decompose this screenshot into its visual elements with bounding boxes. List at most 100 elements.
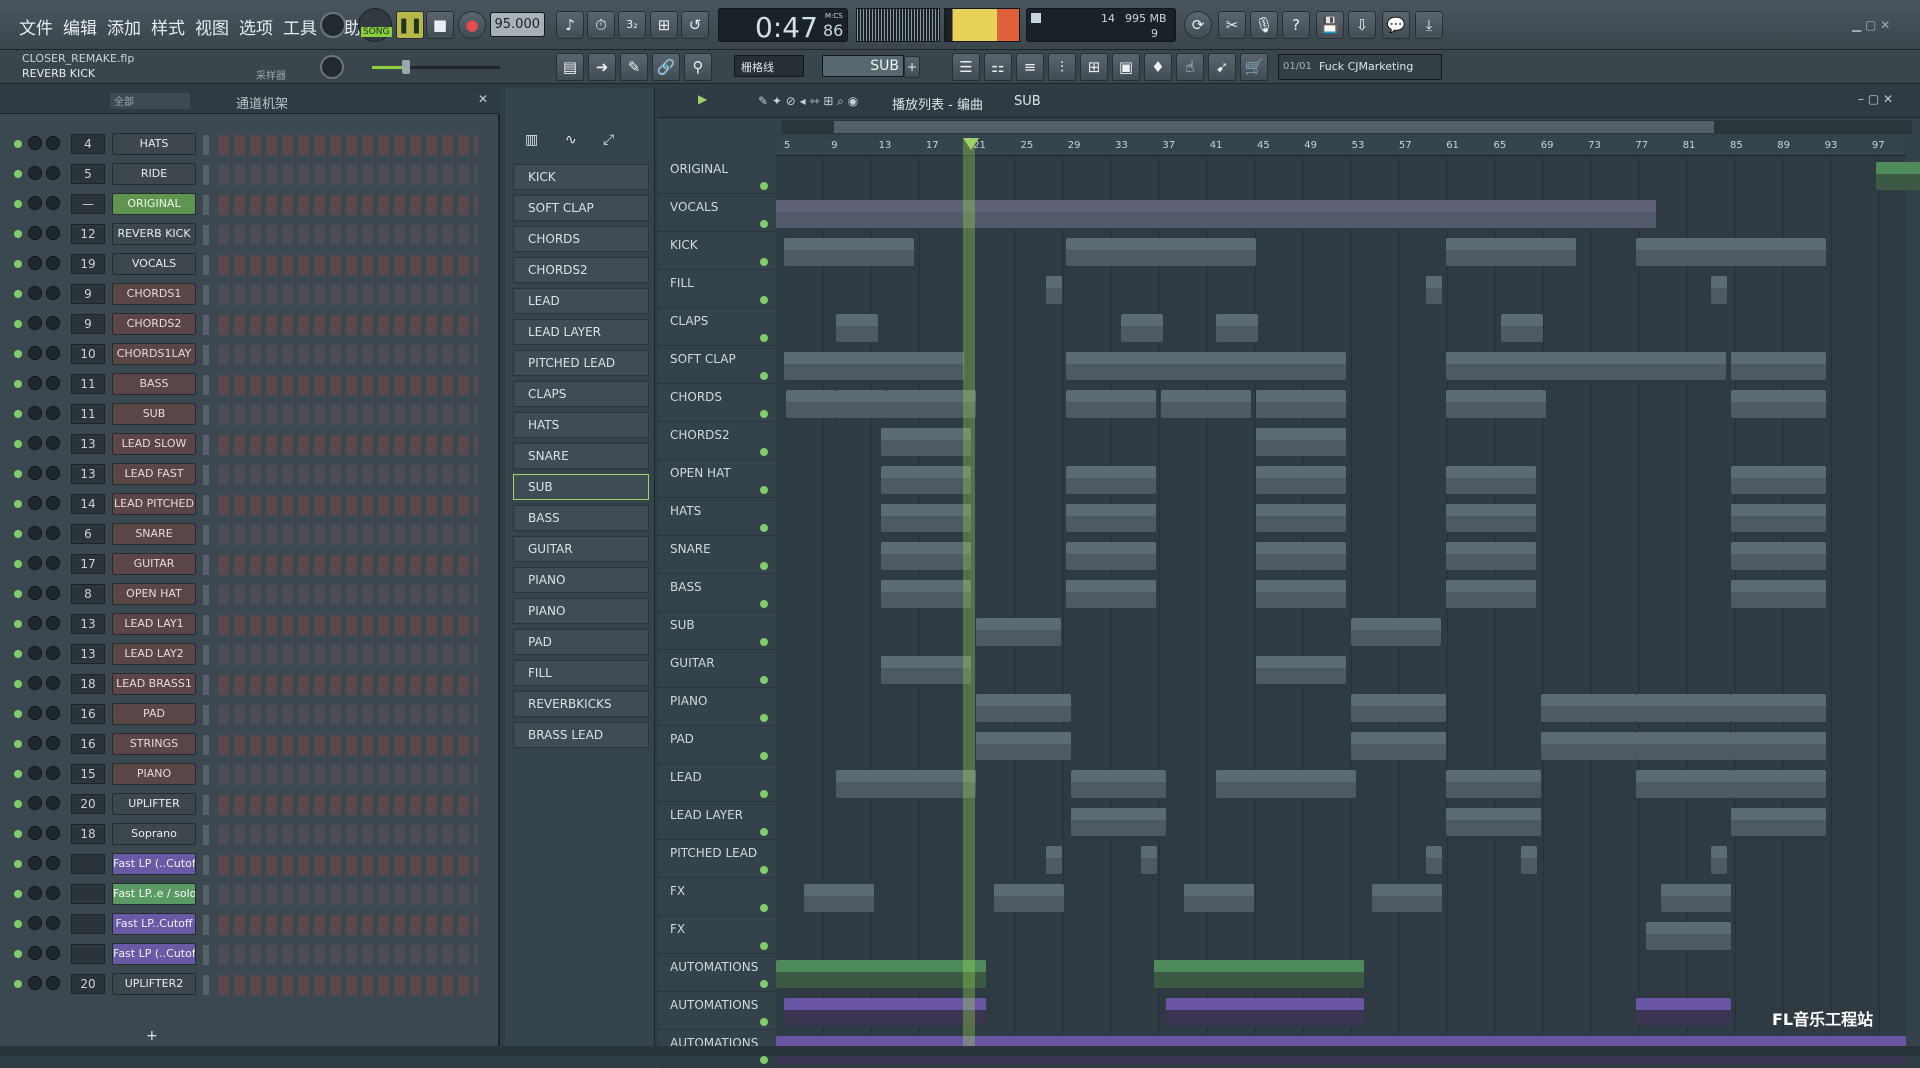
playlist-clip[interactable]: [1731, 504, 1826, 532]
pat-song-toggle[interactable]: SONG: [358, 8, 392, 42]
step-edit-button[interactable]: ⊞: [650, 11, 678, 39]
channel-mixer-track[interactable]: 18: [71, 824, 105, 844]
channel-row[interactable]: 13 LEAD LAY1: [8, 612, 488, 638]
track-mute-led[interactable]: [760, 828, 768, 836]
pointer-icon[interactable]: ➹: [1208, 53, 1236, 81]
channel-enable-led[interactable]: [14, 560, 22, 568]
step-sequencer[interactable]: [218, 615, 478, 635]
channel-select[interactable]: [203, 165, 209, 185]
channel-row[interactable]: 18 LEAD BRASS1: [8, 672, 488, 698]
plugin-picker-icon[interactable]: ♦: [1144, 53, 1172, 81]
channel-name-button[interactable]: CHORDS2: [112, 313, 196, 335]
playlist-clip[interactable]: [1446, 352, 1726, 380]
channel-mixer-track[interactable]: 20: [71, 794, 105, 814]
pattern-item[interactable]: FILL: [513, 660, 649, 686]
channel-mixer-track[interactable]: 10: [71, 344, 105, 364]
channel-select[interactable]: [203, 645, 209, 665]
track-mute-led[interactable]: [760, 714, 768, 722]
channel-mixer-track[interactable]: 16: [71, 704, 105, 724]
step-sequencer[interactable]: [218, 735, 478, 755]
channel-select[interactable]: [203, 795, 209, 815]
step-sequencer[interactable]: [218, 945, 478, 965]
track-mute-led[interactable]: [760, 220, 768, 228]
channel-volume-knob[interactable]: [46, 766, 60, 780]
channel-name-button[interactable]: UPLIFTER: [112, 793, 196, 815]
track-header[interactable]: FX: [658, 878, 776, 916]
time-display[interactable]: 0:47 M:CS 86: [718, 8, 848, 44]
channel-volume-knob[interactable]: [46, 556, 60, 570]
playlist-clip[interactable]: PAD: [1541, 732, 1636, 760]
arrow-icon[interactable]: ➜: [588, 53, 616, 81]
channel-mixer-track[interactable]: —: [71, 194, 105, 214]
channel-row[interactable]: 12 REVERB KICK: [8, 222, 488, 248]
channel-select[interactable]: [203, 555, 209, 575]
step-sequencer[interactable]: [218, 285, 478, 305]
timeline-ruler[interactable]: 5 9 13 17 21 25 29 33 37 41 45 49 53 57 61 65 69 73 77 81 85…: [776, 138, 1906, 156]
playlist-clip[interactable]: PAD: [1351, 732, 1446, 760]
channel-pan-knob[interactable]: [28, 826, 42, 840]
channel-pan-knob[interactable]: [28, 736, 42, 750]
channel-mixer-track[interactable]: 11: [71, 404, 105, 424]
channel-row[interactable]: 15 PIANO: [8, 762, 488, 788]
track-mute-led[interactable]: [760, 866, 768, 874]
channel-select[interactable]: [203, 465, 209, 485]
track-header[interactable]: OPEN HAT: [658, 460, 776, 498]
channel-select[interactable]: [203, 315, 209, 335]
playlist-clip[interactable]: LEAD: [1731, 732, 1826, 760]
channel-select[interactable]: [203, 615, 209, 635]
playlist-clip[interactable]: CH..DS: [1066, 390, 1156, 418]
playlist-clip[interactable]: [1446, 542, 1536, 570]
step-sequencer[interactable]: [218, 255, 478, 275]
channel-select[interactable]: [203, 675, 209, 695]
channel-select[interactable]: [203, 285, 209, 305]
channel-name-button[interactable]: LEAD SLOW: [112, 433, 196, 455]
channel-mixer-track[interactable]: 18: [71, 674, 105, 694]
playlist-clip[interactable]: Fast LP - Mute / solo: [776, 960, 986, 988]
channel-volume-knob[interactable]: [46, 736, 60, 750]
track-mute-led[interactable]: [760, 942, 768, 950]
channel-row[interactable]: Fast LP..Cutoff: [8, 912, 488, 938]
channel-name-button[interactable]: OPEN HAT: [112, 583, 196, 605]
pattern-item[interactable]: CHORDS2: [513, 257, 649, 283]
pattern-item[interactable]: BASS: [513, 505, 649, 531]
channel-name-button[interactable]: Fast LP..e / solo: [112, 883, 196, 905]
channel-pan-knob[interactable]: [28, 376, 42, 390]
master-volume-knob[interactable]: [320, 12, 346, 38]
pattern-item[interactable]: SOFT CLAP: [513, 195, 649, 221]
channel-enable-led[interactable]: [14, 350, 22, 358]
channel-name-button[interactable]: Fast LP (..Cutoff: [112, 943, 196, 965]
step-sequencer[interactable]: [218, 315, 478, 335]
channel-name-button[interactable]: LEAD LAY1: [112, 613, 196, 635]
step-sequencer[interactable]: [218, 135, 478, 155]
playlist-clip[interactable]: PIANO: [1541, 694, 1636, 722]
channel-select[interactable]: [203, 765, 209, 785]
channel-name-button[interactable]: RIDE: [112, 163, 196, 185]
pencil-icon[interactable]: ✎: [620, 53, 648, 81]
playlist-clip[interactable]: CH..DS: [786, 390, 836, 418]
playlist-clip[interactable]: CH..DS: [1731, 390, 1826, 418]
channel-volume-knob[interactable]: [46, 826, 60, 840]
playlist-clip[interactable]: [1256, 656, 1346, 684]
channel-name-button[interactable]: ORIGINAL: [112, 193, 196, 215]
track-header[interactable]: SUB: [658, 612, 776, 650]
channel-pan-knob[interactable]: [28, 196, 42, 210]
channel-name-button[interactable]: LEAD LAY2: [112, 643, 196, 665]
channel-mixer-track[interactable]: 6: [71, 524, 105, 544]
channel-pan-knob[interactable]: [28, 766, 42, 780]
track-mute-led[interactable]: [760, 524, 768, 532]
playlist-clip[interactable]: [1521, 846, 1537, 874]
track-mute-led[interactable]: [760, 182, 768, 190]
tool-icons[interactable]: ✎ ✦ ⊘ ◂ ⇿ ⊞ ⌕ ◉: [758, 94, 858, 109]
channel-volume-knob[interactable]: [46, 646, 60, 660]
channel-pan-knob[interactable]: [28, 946, 42, 960]
channel-row[interactable]: 10 CHORDS1LAY: [8, 342, 488, 368]
channel-enable-led[interactable]: [14, 680, 22, 688]
playlist-clip[interactable]: [1351, 618, 1441, 646]
step-sequencer[interactable]: [218, 465, 478, 485]
channel-volume-knob[interactable]: [46, 946, 60, 960]
menu-tools[interactable]: 工具: [280, 12, 320, 41]
playlist-clip[interactable]: [881, 504, 971, 532]
playlist-clip[interactable]: [1066, 352, 1346, 380]
wait-input-button[interactable]: ⏱: [587, 11, 615, 39]
track-mute-led[interactable]: [760, 1056, 768, 1064]
